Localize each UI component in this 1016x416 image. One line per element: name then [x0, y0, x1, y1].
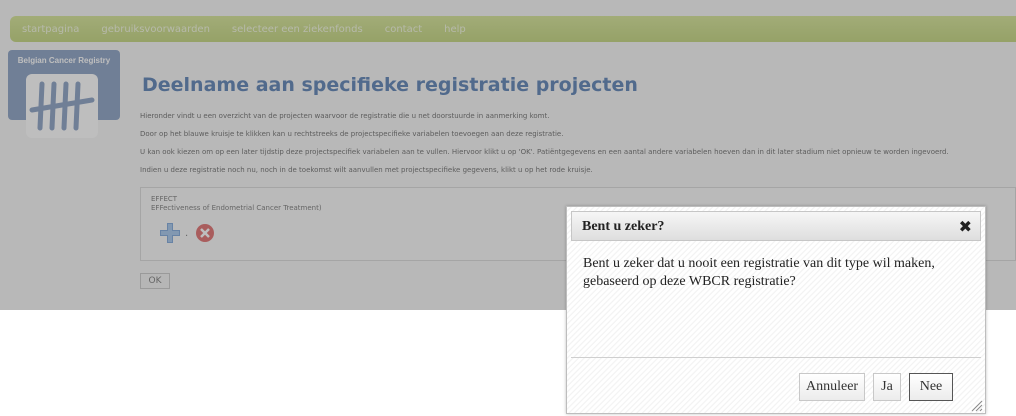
cancel-button[interactable]: Annuleer [799, 373, 865, 401]
yes-button[interactable]: Ja [873, 373, 901, 401]
dialog-title: Bent u zeker? [582, 219, 665, 234]
no-button[interactable]: Nee [909, 373, 953, 401]
confirm-dialog: Bent u zeker? ✖ Bent u zeker dat u nooit… [566, 206, 986, 414]
dialog-header[interactable]: Bent u zeker? ✖ [571, 211, 981, 241]
dialog-message: Bent u zeker dat u nooit een registratie… [583, 256, 935, 289]
dialog-divider [571, 357, 981, 358]
close-icon[interactable]: ✖ [959, 217, 972, 236]
resize-grip-icon[interactable] [969, 397, 983, 412]
